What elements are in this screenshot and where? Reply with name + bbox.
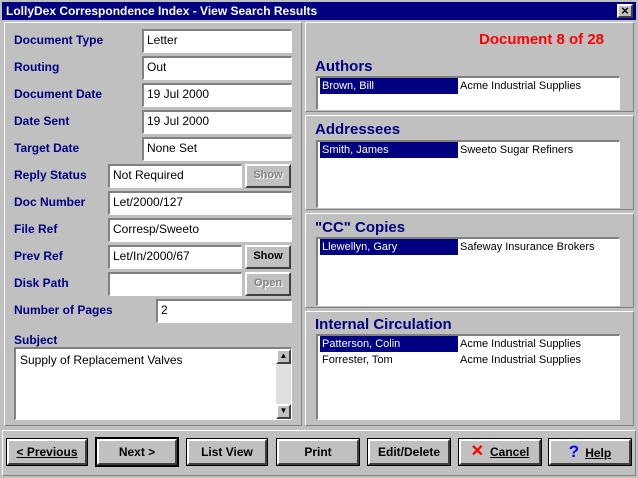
authors-list[interactable]: Brown, Bill Acme Industrial Supplies: [316, 76, 620, 110]
addressees-list[interactable]: Smith, James Sweeto Sugar Refiners: [316, 140, 620, 208]
cc-list[interactable]: Llewellyn, Gary Safeway Insurance Broker…: [316, 237, 620, 306]
list-item[interactable]: Patterson, Colin Acme Industrial Supplie…: [318, 336, 619, 352]
cc-company: Safeway Insurance Brokers: [460, 241, 595, 253]
print-label: Print: [304, 445, 332, 459]
help-icon: ?: [568, 442, 580, 461]
cc-title: "CC" Copies: [315, 219, 406, 236]
authors-title: Authors: [315, 58, 373, 75]
prev-ref-field[interactable]: Let/In/2000/67: [108, 245, 242, 269]
scroll-down-icon: ▼: [279, 406, 288, 415]
document-type-label: Document Type: [14, 33, 104, 47]
disk-path-label: Disk Path: [14, 276, 69, 290]
edit-delete-button[interactable]: Edit/Delete: [367, 438, 451, 466]
document-type-field[interactable]: Letter: [142, 29, 292, 53]
scroll-up-button[interactable]: ▲: [276, 349, 291, 364]
routing-label: Routing: [14, 60, 60, 74]
date-sent-label: Date Sent: [14, 114, 70, 128]
list-item[interactable]: Smith, James Sweeto Sugar Refiners: [318, 142, 619, 158]
prev-ref-show-button[interactable]: Show: [245, 245, 291, 269]
previous-label: < Previous: [16, 445, 78, 459]
disk-path-open-button[interactable]: Open: [245, 272, 291, 296]
title-bar: LollyDex Correspondence Index - View Sea…: [2, 2, 636, 20]
help-button[interactable]: ? Help: [548, 438, 632, 466]
file-ref-field[interactable]: Corresp/Sweeto: [108, 218, 292, 242]
list-item[interactable]: Llewellyn, Gary Safeway Insurance Broker…: [318, 239, 619, 255]
date-sent-field[interactable]: 19 Jul 2000: [142, 110, 292, 134]
list-item[interactable]: Forrester, Tom Acme Industrial Supplies: [318, 352, 619, 368]
reply-status-field[interactable]: Not Required: [108, 164, 242, 188]
subject-text: Supply of Replacement Valves: [20, 353, 183, 367]
internal-company: Acme Industrial Supplies: [460, 354, 582, 366]
file-ref-label: File Ref: [14, 222, 58, 236]
number-of-pages-field[interactable]: 2: [156, 299, 292, 323]
addressee-name: Smith, James: [320, 142, 458, 158]
edit-delete-label: Edit/Delete: [377, 445, 440, 459]
addressees-title: Addressees: [315, 121, 401, 138]
author-name: Brown, Bill: [320, 78, 458, 94]
internal-name: Forrester, Tom: [322, 354, 393, 366]
help-label: Help: [585, 446, 612, 460]
cc-name: Llewellyn, Gary: [320, 239, 458, 255]
scroll-down-button[interactable]: ▼: [276, 404, 291, 419]
target-date-field[interactable]: None Set: [142, 137, 292, 161]
disk-path-field[interactable]: [108, 272, 242, 296]
next-label: Next >: [118, 445, 156, 459]
subject-textarea[interactable]: Supply of Replacement Valves ▲ ▼: [14, 347, 292, 420]
print-button[interactable]: Print: [276, 438, 360, 466]
document-date-field[interactable]: 19 Jul 2000: [142, 83, 292, 107]
document-date-label: Document Date: [14, 87, 103, 101]
reply-status-label: Reply Status: [14, 168, 87, 182]
target-date-label: Target Date: [14, 141, 80, 155]
document-counter: Document 8 of 28: [479, 31, 605, 48]
next-button[interactable]: Next >: [95, 437, 179, 467]
subject-scrollbar[interactable]: ▲ ▼: [276, 349, 291, 419]
internal-company: Acme Industrial Supplies: [460, 338, 582, 350]
doc-number-field[interactable]: Let/2000/127: [108, 191, 292, 215]
close-icon: ×: [621, 3, 629, 18]
scroll-up-icon: ▲: [279, 351, 288, 360]
prev-ref-label: Prev Ref: [14, 249, 63, 263]
list-view-button[interactable]: List View: [186, 438, 268, 466]
cancel-icon: ✕: [470, 443, 485, 460]
internal-name: Patterson, Colin: [320, 336, 458, 352]
internal-title: Internal Circulation: [315, 316, 452, 333]
list-item[interactable]: Brown, Bill Acme Industrial Supplies: [318, 78, 619, 94]
close-button[interactable]: ×: [617, 4, 633, 18]
cancel-label: Cancel: [490, 445, 530, 459]
doc-number-label: Doc Number: [14, 195, 86, 209]
window-title: LollyDex Correspondence Index - View Sea…: [6, 4, 318, 18]
author-company: Acme Industrial Supplies: [460, 80, 582, 92]
reply-status-show-button[interactable]: Show: [245, 164, 291, 188]
number-of-pages-label: Number of Pages: [14, 303, 113, 317]
subject-label: Subject: [14, 333, 58, 347]
addressee-company: Sweeto Sugar Refiners: [460, 144, 574, 156]
cancel-button[interactable]: ✕ Cancel: [458, 438, 542, 466]
internal-list[interactable]: Patterson, Colin Acme Industrial Supplie…: [316, 334, 620, 420]
list-view-label: List View: [201, 445, 253, 459]
previous-button[interactable]: < Previous: [6, 438, 88, 466]
routing-field[interactable]: Out: [142, 56, 292, 80]
